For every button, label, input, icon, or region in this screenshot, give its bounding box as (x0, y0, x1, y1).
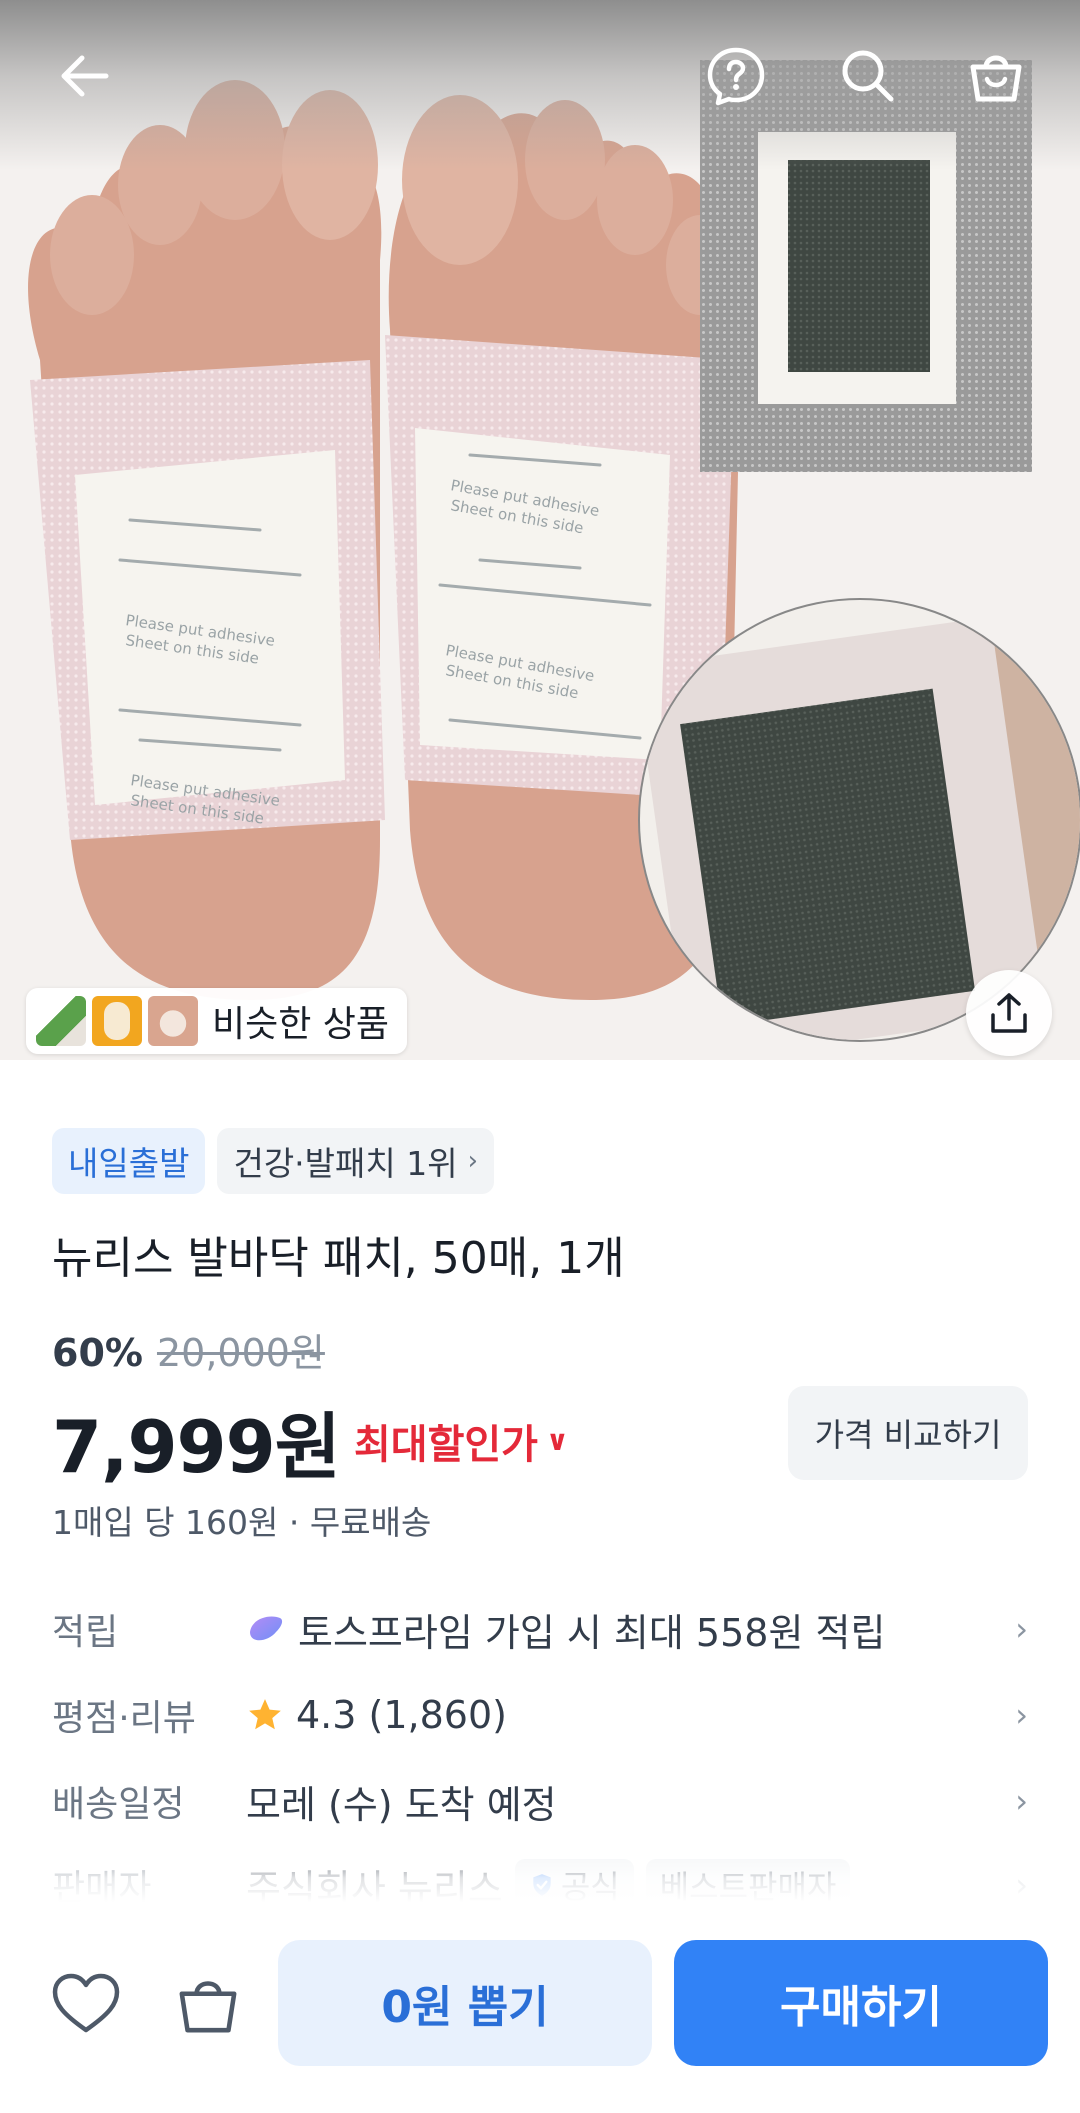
compare-price-button[interactable]: 가격 비교하기 (788, 1386, 1028, 1480)
search-button[interactable] (830, 38, 906, 114)
similar-thumb-1 (36, 996, 86, 1046)
share-icon (991, 993, 1027, 1033)
wishlist-button[interactable] (44, 1962, 128, 2046)
chevron-right-icon: › (467, 1146, 478, 1176)
chevron-down-icon: ∨ (545, 1424, 569, 1457)
heart-icon (52, 1973, 120, 2033)
similar-products-label: 비슷한 상품 (212, 1004, 390, 1045)
product-image[interactable]: Please put adhesive Sheet on this side P… (0, 0, 1080, 1060)
rating-label: 평점·리뷰 (52, 1698, 196, 1739)
similar-thumb-2 (92, 996, 142, 1046)
shipping-label: 배송일정 (52, 1784, 185, 1825)
chevron-right-icon: › (1015, 1866, 1028, 1904)
zero-won-draw-button[interactable]: 0원 뽑기 (278, 1940, 652, 2066)
toss-prime-icon (250, 1616, 283, 1641)
chevron-right-icon: › (1015, 1610, 1028, 1648)
shopping-bag-icon (179, 1981, 237, 2033)
delivery-badge-label: 내일출발 (68, 1144, 190, 1183)
sale-price: 7,999원 (52, 1405, 341, 1489)
help-button[interactable] (698, 38, 774, 114)
similar-thumb-3 (148, 996, 198, 1046)
price-row: 7,999원 최대할인가 ∨ (52, 1388, 569, 1493)
shield-check-icon (533, 1874, 551, 1896)
similar-products-chip[interactable]: 비슷한 상품 (26, 988, 408, 1054)
rating-value: 4.3 (1,860) (296, 1693, 507, 1737)
discount-percent: 60% (52, 1331, 143, 1375)
star-icon (249, 1699, 281, 1730)
share-button[interactable] (966, 970, 1052, 1056)
chevron-right-icon: › (1015, 1696, 1028, 1734)
arrow-left-icon (61, 55, 109, 97)
discount-row: 60% 20,000원 (52, 1322, 325, 1377)
points-row[interactable]: 적립 토스프라임 가입 시 최대 558원 적립 › (52, 1594, 1028, 1664)
buy-button[interactable]: 구매하기 (674, 1940, 1048, 2066)
add-to-cart-button[interactable] (166, 1962, 250, 2046)
product-badges: 내일출발 건강·발패치 1위 › (52, 1128, 494, 1194)
rating-row[interactable]: 평점·리뷰 4.3 (1,860) › (52, 1680, 1028, 1750)
points-value: 토스프라임 가입 시 최대 558원 적립 (298, 1610, 886, 1655)
points-label: 적립 (52, 1612, 119, 1653)
product-title: 뉴리스 발바닥 패치, 50매, 1개 (52, 1233, 625, 1284)
bottom-action-bar: 0원 뽑기 구매하기 (0, 1902, 1080, 2113)
question-bubble-icon (707, 47, 765, 106)
max-discount-toggle[interactable]: 최대할인가 ∨ (354, 1412, 569, 1470)
back-button[interactable] (46, 38, 122, 114)
shipping-value: 모레 (수) 도착 예정 (246, 1782, 557, 1827)
shopping-bag-icon (970, 55, 1022, 102)
unit-price-shipping: 1매입 당 160원 · 무료배송 (52, 1503, 432, 1542)
chevron-right-icon: › (1015, 1782, 1028, 1820)
delivery-badge: 내일출발 (52, 1128, 206, 1194)
original-price: 20,000원 (156, 1331, 325, 1375)
category-rank-badge[interactable]: 건강·발패치 1위 › (217, 1128, 494, 1194)
shipping-row[interactable]: 배송일정 모레 (수) 도착 예정 › (52, 1766, 1028, 1836)
category-rank-label: 건강·발패치 1위 (233, 1144, 458, 1183)
search-icon (842, 50, 894, 102)
top-gradient (0, 0, 1080, 170)
max-discount-label: 최대할인가 (353, 1421, 538, 1468)
cart-button[interactable] (958, 38, 1034, 114)
